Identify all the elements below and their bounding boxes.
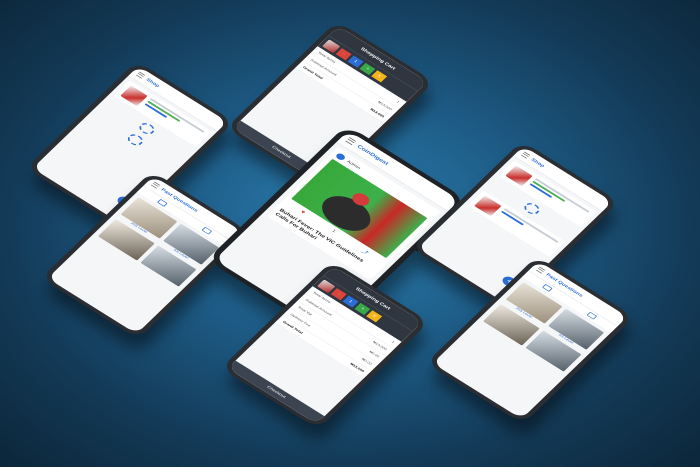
- loading-spinner-icon: [125, 132, 146, 148]
- screen-title: Shop: [530, 157, 546, 169]
- phone-past-questions-right: Past Questions JSS Level SS Level: [425, 255, 635, 425]
- like-icon[interactable]: ♥: [298, 210, 306, 217]
- menu-icon[interactable]: [535, 266, 546, 274]
- checkout-button[interactable]: Checkout: [227, 360, 325, 424]
- avatar: [334, 152, 347, 162]
- loading-spinner-icon: [521, 200, 543, 217]
- product-thumbnail: [120, 85, 148, 107]
- share-icon[interactable]: ⤴: [359, 248, 370, 257]
- menu-icon[interactable]: [345, 137, 357, 146]
- menu-icon[interactable]: [520, 151, 531, 159]
- loading-spinner-icon: [136, 120, 158, 137]
- product-thumbnail: [505, 165, 533, 187]
- past-questions-screen: Past Questions JSS Level SS Level: [432, 261, 628, 419]
- product-thumbnail: [474, 195, 502, 217]
- menu-icon[interactable]: [150, 181, 161, 189]
- screen-title: Shop: [145, 77, 161, 89]
- like-count: 1: [330, 229, 337, 234]
- menu-icon[interactable]: [135, 71, 146, 79]
